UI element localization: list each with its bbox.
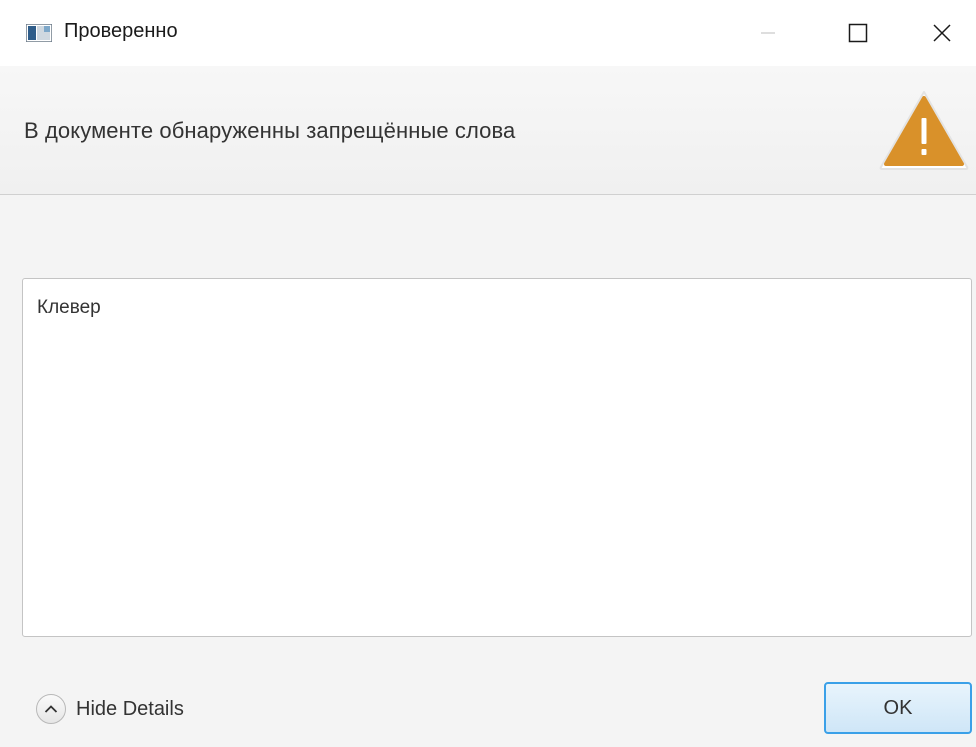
close-icon (933, 24, 951, 42)
maximize-icon (848, 23, 868, 43)
warning-icon (879, 91, 969, 170)
minimize-icon (761, 32, 775, 34)
details-textarea[interactable]: Клевер (22, 278, 972, 637)
hide-details-label: Hide Details (76, 697, 184, 720)
minimize-button[interactable] (740, 0, 796, 66)
ok-button[interactable]: OK (824, 682, 972, 734)
chevron-up-icon (44, 705, 58, 713)
alert-dialog: Проверенно В документе обнаруженны запре… (0, 0, 976, 747)
dialog-header: В документе обнаруженны запрещённые слов… (0, 66, 976, 195)
window-title: Проверенно (64, 20, 178, 42)
app-icon (26, 24, 52, 42)
title-bar[interactable]: Проверенно (0, 0, 976, 66)
chevron-up-button[interactable] (36, 694, 66, 724)
header-message: В документе обнаруженны запрещённые слов… (24, 118, 516, 143)
close-button[interactable] (914, 0, 970, 66)
hide-details-toggle[interactable]: Hide Details (36, 694, 184, 724)
maximize-button[interactable] (830, 0, 886, 66)
